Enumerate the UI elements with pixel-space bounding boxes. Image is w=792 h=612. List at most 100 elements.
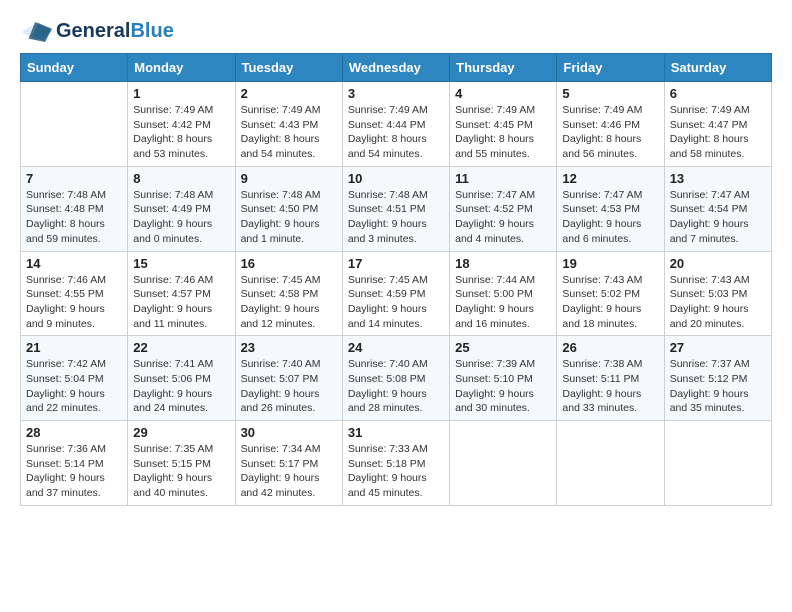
calendar-cell: 21 Sunrise: 7:42 AM Sunset: 5:04 PM Dayli… — [21, 336, 128, 421]
header-cell-tuesday: Tuesday — [235, 54, 342, 82]
day-number: 22 — [133, 340, 229, 355]
calendar-cell — [21, 82, 128, 167]
calendar-cell: 8Sunrise: 7:48 AM Sunset: 4:49 PM Daylig… — [128, 166, 235, 251]
calendar-cell: 7Sunrise: 7:48 AM Sunset: 4:48 PM Daylig… — [21, 166, 128, 251]
day-number: 31 — [348, 425, 444, 440]
header-cell-monday: Monday — [128, 54, 235, 82]
day-info: Sunrise: 7:40 AM Sunset: 5:07 PM Dayligh… — [241, 357, 337, 416]
day-info: Sunrise: 7:46 AM Sunset: 4:55 PM Dayligh… — [26, 273, 122, 332]
calendar-table: SundayMondayTuesdayWednesdayThursdayFrid… — [20, 53, 772, 506]
logo: GeneralBlue — [20, 20, 174, 43]
header-cell-thursday: Thursday — [450, 54, 557, 82]
day-number: 7 — [26, 171, 122, 186]
day-number: 28 — [26, 425, 122, 440]
calendar-cell: 16 Sunrise: 7:45 AM Sunset: 4:58 PM Dayli… — [235, 251, 342, 336]
day-info: Sunrise: 7:45 AM Sunset: 4:58 PM Dayligh… — [241, 273, 337, 332]
day-number: 18 — [455, 256, 551, 271]
calendar-cell: 6Sunrise: 7:49 AM Sunset: 4:47 PM Daylig… — [664, 82, 771, 167]
day-number: 19 — [562, 256, 658, 271]
calendar-cell: 28 Sunrise: 7:36 AM Sunset: 5:14 PM Dayli… — [21, 421, 128, 506]
calendar-cell — [450, 421, 557, 506]
week-row-4: 21 Sunrise: 7:42 AM Sunset: 5:04 PM Dayli… — [21, 336, 772, 421]
calendar-cell: 24Sunrise: 7:40 AM Sunset: 5:08 PM Dayli… — [342, 336, 449, 421]
day-number: 2 — [241, 86, 337, 101]
header-row: SundayMondayTuesdayWednesdayThursdayFrid… — [21, 54, 772, 82]
day-info: Sunrise: 7:43 AM Sunset: 5:03 PM Dayligh… — [670, 273, 766, 332]
calendar-cell: 10 Sunrise: 7:48 AM Sunset: 4:51 PM Dayli… — [342, 166, 449, 251]
day-number: 16 — [241, 256, 337, 271]
day-number: 27 — [670, 340, 766, 355]
day-number: 3 — [348, 86, 444, 101]
header-cell-friday: Friday — [557, 54, 664, 82]
week-row-5: 28 Sunrise: 7:36 AM Sunset: 5:14 PM Dayli… — [21, 421, 772, 506]
day-info: Sunrise: 7:49 AM Sunset: 4:44 PM Dayligh… — [348, 103, 444, 162]
week-row-3: 14 Sunrise: 7:46 AM Sunset: 4:55 PM Dayli… — [21, 251, 772, 336]
day-number: 5 — [562, 86, 658, 101]
day-info: Sunrise: 7:49 AM Sunset: 4:47 PM Dayligh… — [670, 103, 766, 162]
calendar-cell: 1 Sunrise: 7:49 AM Sunset: 4:42 PM Daylig… — [128, 82, 235, 167]
calendar-cell: 20 Sunrise: 7:43 AM Sunset: 5:03 PM Dayli… — [664, 251, 771, 336]
calendar-cell: 5Sunrise: 7:49 AM Sunset: 4:46 PM Daylig… — [557, 82, 664, 167]
day-info: Sunrise: 7:48 AM Sunset: 4:51 PM Dayligh… — [348, 188, 444, 247]
week-row-1: 1 Sunrise: 7:49 AM Sunset: 4:42 PM Daylig… — [21, 82, 772, 167]
week-row-2: 7Sunrise: 7:48 AM Sunset: 4:48 PM Daylig… — [21, 166, 772, 251]
day-number: 20 — [670, 256, 766, 271]
day-number: 26 — [562, 340, 658, 355]
day-info: Sunrise: 7:44 AM Sunset: 5:00 PM Dayligh… — [455, 273, 551, 332]
day-number: 29 — [133, 425, 229, 440]
page-header: GeneralBlue — [20, 20, 772, 43]
calendar-cell: 19 Sunrise: 7:43 AM Sunset: 5:02 PM Dayli… — [557, 251, 664, 336]
day-number: 12 — [562, 171, 658, 186]
day-info: Sunrise: 7:45 AM Sunset: 4:59 PM Dayligh… — [348, 273, 444, 332]
header-cell-sunday: Sunday — [21, 54, 128, 82]
day-info: Sunrise: 7:34 AM Sunset: 5:17 PM Dayligh… — [241, 442, 337, 501]
calendar-cell: 15 Sunrise: 7:46 AM Sunset: 4:57 PM Dayli… — [128, 251, 235, 336]
calendar-cell: 27 Sunrise: 7:37 AM Sunset: 5:12 PM Dayli… — [664, 336, 771, 421]
day-number: 14 — [26, 256, 122, 271]
calendar-cell: 29 Sunrise: 7:35 AM Sunset: 5:15 PM Dayli… — [128, 421, 235, 506]
calendar-cell: 23Sunrise: 7:40 AM Sunset: 5:07 PM Dayli… — [235, 336, 342, 421]
day-number: 1 — [133, 86, 229, 101]
day-info: Sunrise: 7:41 AM Sunset: 5:06 PM Dayligh… — [133, 357, 229, 416]
day-number: 25 — [455, 340, 551, 355]
header-cell-saturday: Saturday — [664, 54, 771, 82]
logo-icon — [20, 22, 52, 42]
day-info: Sunrise: 7:33 AM Sunset: 5:18 PM Dayligh… — [348, 442, 444, 501]
day-info: Sunrise: 7:48 AM Sunset: 4:50 PM Dayligh… — [241, 188, 337, 247]
calendar-cell: 11Sunrise: 7:47 AM Sunset: 4:52 PM Dayli… — [450, 166, 557, 251]
day-info: Sunrise: 7:37 AM Sunset: 5:12 PM Dayligh… — [670, 357, 766, 416]
calendar-cell: 3 Sunrise: 7:49 AM Sunset: 4:44 PM Daylig… — [342, 82, 449, 167]
day-info: Sunrise: 7:46 AM Sunset: 4:57 PM Dayligh… — [133, 273, 229, 332]
calendar-cell: 22 Sunrise: 7:41 AM Sunset: 5:06 PM Dayli… — [128, 336, 235, 421]
calendar-cell — [664, 421, 771, 506]
day-number: 10 — [348, 171, 444, 186]
day-number: 13 — [670, 171, 766, 186]
logo-text: GeneralBlue — [56, 20, 174, 43]
day-info: Sunrise: 7:47 AM Sunset: 4:54 PM Dayligh… — [670, 188, 766, 247]
day-number: 9 — [241, 171, 337, 186]
day-info: Sunrise: 7:38 AM Sunset: 5:11 PM Dayligh… — [562, 357, 658, 416]
day-number: 15 — [133, 256, 229, 271]
calendar-cell: 30Sunrise: 7:34 AM Sunset: 5:17 PM Dayli… — [235, 421, 342, 506]
calendar-cell: 14 Sunrise: 7:46 AM Sunset: 4:55 PM Dayli… — [21, 251, 128, 336]
day-info: Sunrise: 7:49 AM Sunset: 4:42 PM Dayligh… — [133, 103, 229, 162]
day-info: Sunrise: 7:36 AM Sunset: 5:14 PM Dayligh… — [26, 442, 122, 501]
calendar-cell: 18 Sunrise: 7:44 AM Sunset: 5:00 PM Dayli… — [450, 251, 557, 336]
calendar-cell: 4Sunrise: 7:49 AM Sunset: 4:45 PM Daylig… — [450, 82, 557, 167]
day-info: Sunrise: 7:39 AM Sunset: 5:10 PM Dayligh… — [455, 357, 551, 416]
calendar-cell: 17 Sunrise: 7:45 AM Sunset: 4:59 PM Dayli… — [342, 251, 449, 336]
day-number: 24 — [348, 340, 444, 355]
day-number: 21 — [26, 340, 122, 355]
day-info: Sunrise: 7:47 AM Sunset: 4:52 PM Dayligh… — [455, 188, 551, 247]
day-info: Sunrise: 7:43 AM Sunset: 5:02 PM Dayligh… — [562, 273, 658, 332]
day-info: Sunrise: 7:35 AM Sunset: 5:15 PM Dayligh… — [133, 442, 229, 501]
calendar-cell: 25 Sunrise: 7:39 AM Sunset: 5:10 PM Dayli… — [450, 336, 557, 421]
day-info: Sunrise: 7:42 AM Sunset: 5:04 PM Dayligh… — [26, 357, 122, 416]
calendar-cell: 2Sunrise: 7:49 AM Sunset: 4:43 PM Daylig… — [235, 82, 342, 167]
day-number: 8 — [133, 171, 229, 186]
day-number: 17 — [348, 256, 444, 271]
calendar-cell: 12Sunrise: 7:47 AM Sunset: 4:53 PM Dayli… — [557, 166, 664, 251]
calendar-cell: 9 Sunrise: 7:48 AM Sunset: 4:50 PM Daylig… — [235, 166, 342, 251]
calendar-cell: 31 Sunrise: 7:33 AM Sunset: 5:18 PM Dayli… — [342, 421, 449, 506]
calendar-cell — [557, 421, 664, 506]
